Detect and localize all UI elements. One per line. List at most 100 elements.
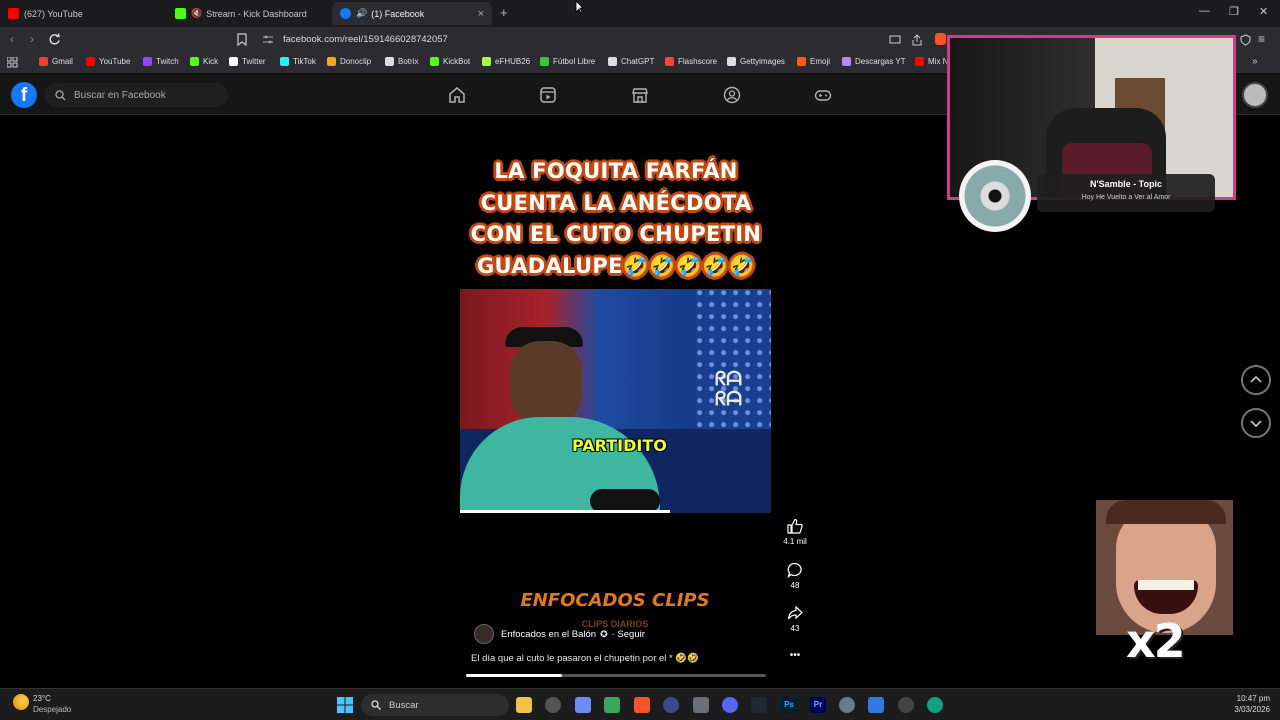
reels-icon[interactable]	[539, 86, 557, 104]
weather-icon[interactable]	[13, 694, 29, 710]
facebook-logo[interactable]: f	[11, 82, 37, 108]
next-reel-button[interactable]	[1241, 408, 1271, 438]
like-button[interactable]: 4.1 mil	[780, 518, 810, 546]
profile-avatar[interactable]	[1242, 82, 1268, 108]
bookmark-twitch[interactable]: Twitch	[143, 57, 179, 66]
author-avatar[interactable]	[474, 624, 494, 644]
weather-temp[interactable]: 23°C	[33, 694, 51, 703]
comment-icon	[787, 562, 802, 578]
speaker-icon: 🔊	[356, 8, 368, 18]
premiere-icon[interactable]: Pr	[810, 697, 826, 713]
kick-icon	[190, 57, 199, 66]
bookmark-flashscore[interactable]: Flashscore	[665, 57, 717, 66]
more-bookmarks-icon[interactable]: »	[1252, 56, 1258, 67]
like-count: 4.1 mil	[783, 537, 807, 546]
url-field[interactable]: facebook.com/reel/1591466028742057	[283, 34, 448, 45]
site-info-icon[interactable]	[263, 35, 273, 44]
bookmark-gmail[interactable]: Gmail	[39, 57, 73, 66]
maximize-button[interactable]: ❐	[1229, 5, 1239, 18]
obs-icon[interactable]	[545, 697, 561, 713]
discord-icon[interactable]	[722, 697, 738, 713]
reel-author[interactable]: Enfocados en el Balón ✪ · Seguir	[474, 624, 645, 644]
facebook-icon	[340, 8, 351, 19]
photoshop-icon[interactable]: Ps	[781, 697, 797, 713]
sheets-icon[interactable]	[604, 697, 620, 713]
notepad-icon[interactable]	[868, 697, 884, 713]
reel-video-frame[interactable]: ᖇᗩ ᖇᗩ	[460, 289, 771, 513]
bookmark-twitter[interactable]: Twitter	[229, 57, 266, 66]
bookmark-futbol-libre[interactable]: Fútbol Libre	[540, 57, 595, 66]
youtube-mix-icon	[915, 57, 924, 66]
groups-icon[interactable]	[723, 86, 741, 104]
reel-progress-fill	[466, 674, 562, 677]
wallet-shield-icon[interactable]	[1240, 34, 1251, 46]
bookmark-botrix[interactable]: Botrix	[385, 57, 418, 66]
follow-button[interactable]: · Seguir	[612, 629, 645, 640]
marketplace-icon[interactable]	[631, 86, 649, 104]
bookmark-tiktok[interactable]: TikTok	[280, 57, 316, 66]
share-icon[interactable]	[911, 34, 923, 46]
forward-button[interactable]: ›	[30, 32, 34, 46]
app-icon[interactable]	[575, 697, 591, 713]
chatgpt-icon	[608, 57, 617, 66]
tab-kick-dashboard[interactable]: 🔇 Stream - Kick Dashboard	[167, 2, 332, 25]
bookmark-kickbot[interactable]: KickBot	[430, 57, 470, 66]
close-window-button[interactable]: ✕	[1259, 5, 1268, 18]
thumbs-up-icon	[787, 518, 803, 534]
back-button[interactable]: ‹	[10, 32, 14, 46]
brave-browser-icon[interactable]	[634, 697, 650, 713]
descargas-icon	[842, 57, 851, 66]
bookmark-chatgpt[interactable]: ChatGPT	[608, 57, 654, 66]
settings-gear-icon[interactable]	[839, 697, 855, 713]
bookmark-youtube[interactable]: YouTube	[86, 57, 130, 66]
reel-description: El día que al cuto le pasaron el chupeti…	[471, 653, 700, 664]
comment-button[interactable]: 48	[780, 562, 810, 590]
kick-icon	[175, 8, 186, 19]
bookmark-gettyimages[interactable]: Gettyimages	[727, 57, 785, 66]
bookmark-emoji[interactable]: Emoji	[797, 57, 830, 66]
windows-start-icon[interactable]	[337, 697, 353, 713]
reload-icon[interactable]	[48, 33, 61, 46]
bookmark-mix[interactable]: Mix N	[915, 57, 948, 66]
bookmark-descargas-yt[interactable]: Descargas YT	[842, 57, 906, 66]
minimize-button[interactable]: —	[1199, 5, 1210, 17]
emote-hair	[1106, 500, 1226, 524]
new-tab-button[interactable]: +	[500, 5, 508, 20]
more-options-button[interactable]: •••	[780, 650, 810, 661]
bookmark-efhub26[interactable]: eFHUB26	[482, 57, 530, 66]
bookmark-kick[interactable]: Kick	[190, 57, 218, 66]
reel-progress-bar[interactable]	[466, 674, 766, 677]
chevron-down-icon	[1250, 420, 1262, 428]
calculator-icon[interactable]	[693, 697, 709, 713]
clock-time[interactable]: 10:47 pm	[1230, 694, 1270, 703]
bookmark-icon[interactable]	[237, 33, 247, 46]
file-explorer-icon[interactable]	[516, 697, 532, 713]
steam-icon[interactable]	[751, 697, 767, 713]
brave-shield-icon[interactable]	[935, 33, 946, 45]
twitch-icon	[143, 57, 152, 66]
tab-facebook[interactable]: 🔊 (1) Facebook ×	[332, 2, 492, 25]
bookmark-donoclip[interactable]: Donoclip	[327, 57, 371, 66]
browser-tab-strip: (627) YouTube 🔇 Stream - Kick Dashboard …	[0, 0, 1280, 27]
windows-taskbar: 23°C Despejado Buscar Ps Pr 10:47 pm 3/0…	[0, 688, 1280, 720]
author-name[interactable]: Enfocados en el Balón	[501, 629, 596, 640]
home-icon[interactable]	[448, 86, 466, 104]
cast-icon[interactable]	[889, 35, 901, 45]
tab-youtube[interactable]: (627) YouTube	[0, 2, 165, 25]
clock-date[interactable]: 3/03/2026	[1222, 705, 1270, 714]
share-button[interactable]: 43	[780, 605, 810, 633]
futbol-libre-icon	[540, 57, 549, 66]
media-player-icon[interactable]	[663, 697, 679, 713]
video-player-icon[interactable]	[898, 697, 914, 713]
facebook-search-input[interactable]: Buscar en Facebook	[45, 83, 228, 107]
emote-multiplier: x2	[1126, 614, 1186, 668]
music-artist: N'Samble - Topic	[1090, 179, 1162, 189]
apps-grid-icon[interactable]	[7, 57, 18, 68]
menu-icon[interactable]: ≡	[1258, 32, 1265, 46]
music-song: Hoy He Vuelto a Ver al Amor	[1081, 194, 1171, 201]
taskbar-search-input[interactable]: Buscar	[361, 694, 509, 716]
edge-icon[interactable]	[927, 697, 943, 713]
gaming-icon[interactable]	[814, 86, 832, 104]
previous-reel-button[interactable]	[1241, 365, 1271, 395]
close-tab-icon[interactable]: ×	[478, 8, 484, 20]
